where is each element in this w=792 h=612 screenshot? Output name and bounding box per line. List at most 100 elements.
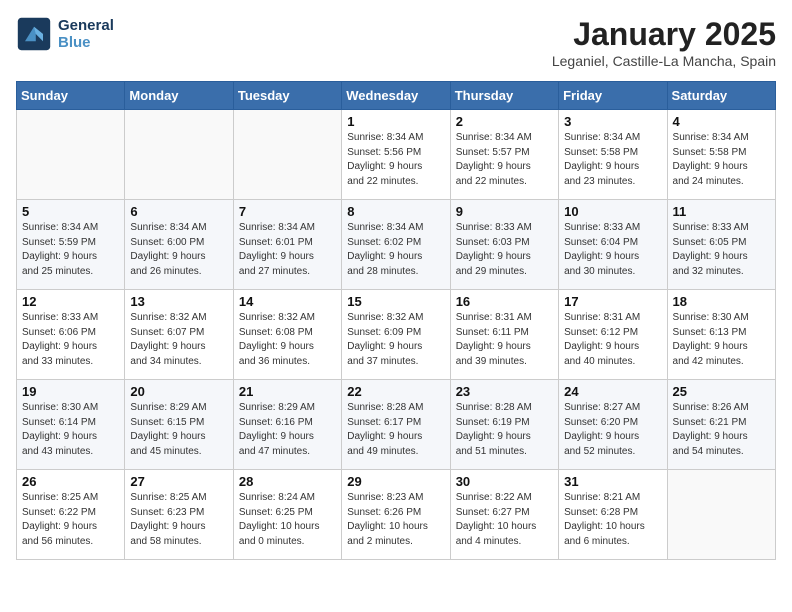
day-info: Sunrise: 8:25 AM Sunset: 6:22 PM Dayligh… xyxy=(22,491,119,549)
day-info: Sunrise: 8:32 AM Sunset: 6:07 PM Dayligh… xyxy=(130,311,227,369)
day-number: 19 xyxy=(22,384,119,399)
calendar-cell: 29 Sunrise: 8:23 AM Sunset: 6:26 PM Dayli… xyxy=(342,470,450,560)
calendar-subtitle: Leganiel, Castille-La Mancha, Spain xyxy=(552,53,776,69)
day-number: 10 xyxy=(564,204,661,219)
header-thursday: Thursday xyxy=(450,82,558,110)
calendar-cell: 5 Sunrise: 8:34 AM Sunset: 5:59 PM Daylig… xyxy=(17,200,125,290)
calendar-cell: 12Sunrise: 8:33 AM Sunset: 6:06 PM Dayli… xyxy=(17,290,125,380)
day-number: 6 xyxy=(130,204,227,219)
day-info: Sunrise: 8:30 AM Sunset: 6:14 PM Dayligh… xyxy=(22,401,119,459)
day-number: 2 xyxy=(456,114,553,129)
day-info: Sunrise: 8:25 AM Sunset: 6:23 PM Dayligh… xyxy=(130,491,227,549)
day-number: 8 xyxy=(347,204,444,219)
calendar-cell: 6 Sunrise: 8:34 AM Sunset: 6:00 PM Daylig… xyxy=(125,200,233,290)
week-row-5: 26 Sunrise: 8:25 AM Sunset: 6:22 PM Dayli… xyxy=(17,470,776,560)
day-info: Sunrise: 8:22 AM Sunset: 6:27 PM Dayligh… xyxy=(456,491,553,549)
day-number: 25 xyxy=(673,384,770,399)
day-info: Sunrise: 8:23 AM Sunset: 6:26 PM Dayligh… xyxy=(347,491,444,549)
day-number: 28 xyxy=(239,474,336,489)
calendar-cell: 18 Sunrise: 8:30 AM Sunset: 6:13 PM Dayli… xyxy=(667,290,775,380)
header-saturday: Saturday xyxy=(667,82,775,110)
calendar-cell: 11 Sunrise: 8:33 AM Sunset: 6:05 PM Dayli… xyxy=(667,200,775,290)
calendar-cell: 1 Sunrise: 8:34 AM Sunset: 5:56 PM Daylig… xyxy=(342,110,450,200)
day-number: 3 xyxy=(564,114,661,129)
day-number: 13 xyxy=(130,294,227,309)
day-number: 11 xyxy=(673,204,770,219)
calendar-cell: 7 Sunrise: 8:34 AM Sunset: 6:01 PM Daylig… xyxy=(233,200,341,290)
day-info: Sunrise: 8:34 AM Sunset: 6:00 PM Dayligh… xyxy=(130,221,227,279)
calendar-cell: 9Sunrise: 8:33 AM Sunset: 6:03 PM Daylig… xyxy=(450,200,558,290)
day-number: 5 xyxy=(22,204,119,219)
day-info: Sunrise: 8:30 AM Sunset: 6:13 PM Dayligh… xyxy=(673,311,770,369)
header-tuesday: Tuesday xyxy=(233,82,341,110)
day-info: Sunrise: 8:32 AM Sunset: 6:09 PM Dayligh… xyxy=(347,311,444,369)
day-number: 23 xyxy=(456,384,553,399)
day-number: 15 xyxy=(347,294,444,309)
day-number: 1 xyxy=(347,114,444,129)
day-number: 4 xyxy=(673,114,770,129)
day-info: Sunrise: 8:32 AM Sunset: 6:08 PM Dayligh… xyxy=(239,311,336,369)
calendar-cell: 10 Sunrise: 8:33 AM Sunset: 6:04 PM Dayli… xyxy=(559,200,667,290)
page-header: General Blue January 2025 Leganiel, Cast… xyxy=(16,16,776,69)
day-number: 31 xyxy=(564,474,661,489)
day-info: Sunrise: 8:34 AM Sunset: 5:59 PM Dayligh… xyxy=(22,221,119,279)
calendar-cell: 16 Sunrise: 8:31 AM Sunset: 6:11 PM Dayli… xyxy=(450,290,558,380)
day-info: Sunrise: 8:34 AM Sunset: 6:02 PM Dayligh… xyxy=(347,221,444,279)
day-info: Sunrise: 8:24 AM Sunset: 6:25 PM Dayligh… xyxy=(239,491,336,549)
day-info: Sunrise: 8:27 AM Sunset: 6:20 PM Dayligh… xyxy=(564,401,661,459)
day-number: 17 xyxy=(564,294,661,309)
calendar-cell: 4 Sunrise: 8:34 AM Sunset: 5:58 PM Daylig… xyxy=(667,110,775,200)
logo-text: General Blue xyxy=(58,17,114,51)
week-row-3: 12Sunrise: 8:33 AM Sunset: 6:06 PM Dayli… xyxy=(17,290,776,380)
calendar-cell: 3 Sunrise: 8:34 AM Sunset: 5:58 PM Daylig… xyxy=(559,110,667,200)
calendar-header-row: SundayMondayTuesdayWednesdayThursdayFrid… xyxy=(17,82,776,110)
calendar-cell xyxy=(125,110,233,200)
header-monday: Monday xyxy=(125,82,233,110)
day-number: 26 xyxy=(22,474,119,489)
day-number: 12 xyxy=(22,294,119,309)
day-info: Sunrise: 8:31 AM Sunset: 6:12 PM Dayligh… xyxy=(564,311,661,369)
day-info: Sunrise: 8:33 AM Sunset: 6:03 PM Dayligh… xyxy=(456,221,553,279)
day-info: Sunrise: 8:34 AM Sunset: 5:58 PM Dayligh… xyxy=(564,131,661,189)
day-number: 29 xyxy=(347,474,444,489)
calendar-cell xyxy=(17,110,125,200)
day-info: Sunrise: 8:31 AM Sunset: 6:11 PM Dayligh… xyxy=(456,311,553,369)
day-info: Sunrise: 8:28 AM Sunset: 6:17 PM Dayligh… xyxy=(347,401,444,459)
week-row-1: 1 Sunrise: 8:34 AM Sunset: 5:56 PM Daylig… xyxy=(17,110,776,200)
header-sunday: Sunday xyxy=(17,82,125,110)
calendar-cell: 28 Sunrise: 8:24 AM Sunset: 6:25 PM Dayli… xyxy=(233,470,341,560)
calendar-cell: 30Sunrise: 8:22 AM Sunset: 6:27 PM Dayli… xyxy=(450,470,558,560)
calendar-cell: 21 Sunrise: 8:29 AM Sunset: 6:16 PM Dayli… xyxy=(233,380,341,470)
day-info: Sunrise: 8:34 AM Sunset: 6:01 PM Dayligh… xyxy=(239,221,336,279)
day-number: 24 xyxy=(564,384,661,399)
calendar-title: January 2025 xyxy=(552,16,776,53)
calendar-table: SundayMondayTuesdayWednesdayThursdayFrid… xyxy=(16,81,776,560)
calendar-cell: 14 Sunrise: 8:32 AM Sunset: 6:08 PM Dayli… xyxy=(233,290,341,380)
day-number: 7 xyxy=(239,204,336,219)
day-info: Sunrise: 8:33 AM Sunset: 6:04 PM Dayligh… xyxy=(564,221,661,279)
calendar-cell: 2 Sunrise: 8:34 AM Sunset: 5:57 PM Daylig… xyxy=(450,110,558,200)
day-number: 14 xyxy=(239,294,336,309)
day-info: Sunrise: 8:33 AM Sunset: 6:05 PM Dayligh… xyxy=(673,221,770,279)
header-friday: Friday xyxy=(559,82,667,110)
week-row-2: 5 Sunrise: 8:34 AM Sunset: 5:59 PM Daylig… xyxy=(17,200,776,290)
calendar-cell xyxy=(667,470,775,560)
calendar-cell: 25 Sunrise: 8:26 AM Sunset: 6:21 PM Dayli… xyxy=(667,380,775,470)
day-info: Sunrise: 8:34 AM Sunset: 5:56 PM Dayligh… xyxy=(347,131,444,189)
day-number: 16 xyxy=(456,294,553,309)
calendar-cell: 13 Sunrise: 8:32 AM Sunset: 6:07 PM Dayli… xyxy=(125,290,233,380)
day-number: 27 xyxy=(130,474,227,489)
calendar-cell: 31Sunrise: 8:21 AM Sunset: 6:28 PM Dayli… xyxy=(559,470,667,560)
day-info: Sunrise: 8:26 AM Sunset: 6:21 PM Dayligh… xyxy=(673,401,770,459)
day-number: 18 xyxy=(673,294,770,309)
day-number: 21 xyxy=(239,384,336,399)
logo-icon xyxy=(16,16,52,52)
day-info: Sunrise: 8:34 AM Sunset: 5:57 PM Dayligh… xyxy=(456,131,553,189)
calendar-cell: 8 Sunrise: 8:34 AM Sunset: 6:02 PM Daylig… xyxy=(342,200,450,290)
day-info: Sunrise: 8:29 AM Sunset: 6:16 PM Dayligh… xyxy=(239,401,336,459)
calendar-cell: 27 Sunrise: 8:25 AM Sunset: 6:23 PM Dayli… xyxy=(125,470,233,560)
day-info: Sunrise: 8:34 AM Sunset: 5:58 PM Dayligh… xyxy=(673,131,770,189)
calendar-cell: 26 Sunrise: 8:25 AM Sunset: 6:22 PM Dayli… xyxy=(17,470,125,560)
calendar-cell: 15 Sunrise: 8:32 AM Sunset: 6:09 PM Dayli… xyxy=(342,290,450,380)
day-number: 20 xyxy=(130,384,227,399)
